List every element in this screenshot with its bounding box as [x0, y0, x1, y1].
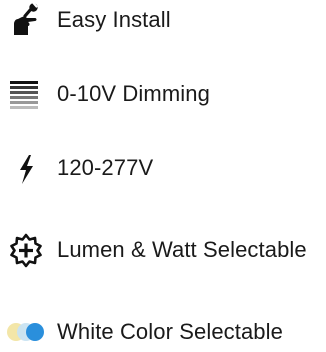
color-circles-icon [6, 312, 46, 352]
feature-list: Easy Install 0-10V Dimming 120-277V Lume… [0, 0, 326, 348]
feature-label: Lumen & Watt Selectable [57, 237, 307, 262]
lightning-bolt-icon [6, 148, 46, 188]
feature-dimming: 0-10V Dimming [0, 74, 326, 114]
feature-label: White Color Selectable [57, 319, 283, 344]
feature-voltage: 120-277V [0, 148, 326, 188]
feature-white-color: White Color Selectable [0, 312, 326, 352]
hand-wrench-icon [6, 0, 46, 40]
feature-easy-install: Easy Install [0, 0, 326, 40]
feature-label: 120-277V [57, 155, 154, 180]
dimming-bars-icon [6, 74, 46, 114]
badge-plus-icon [6, 230, 46, 270]
feature-label: 0-10V Dimming [57, 81, 210, 106]
feature-lumen-watt: Lumen & Watt Selectable [0, 230, 326, 270]
feature-label: Easy Install [57, 7, 171, 32]
